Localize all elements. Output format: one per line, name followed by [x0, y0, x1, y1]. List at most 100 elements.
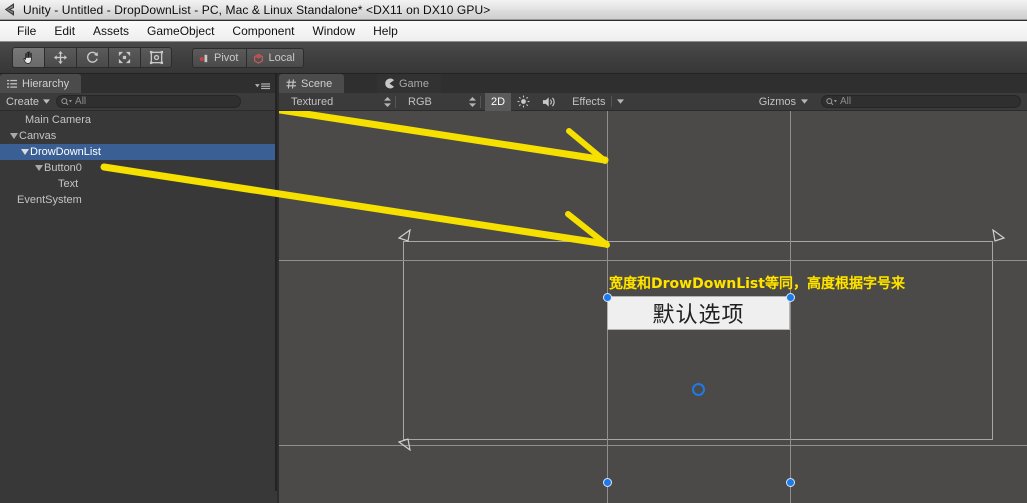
- rotate-icon: [86, 51, 98, 63]
- scale-icon: [118, 51, 131, 64]
- foldout-open-icon[interactable]: [33, 165, 44, 171]
- rect-guide-top: [279, 260, 1027, 261]
- hierarchy-search-input[interactable]: All: [56, 95, 242, 108]
- hierarchy-item-drowdownlist[interactable]: DrowDownList: [0, 144, 275, 160]
- menu-edit[interactable]: Edit: [45, 22, 84, 40]
- lighting-toggle-button[interactable]: [511, 93, 536, 111]
- tab-game[interactable]: Game: [377, 74, 441, 93]
- toolbar-divider: [395, 95, 396, 108]
- hierarchy-item-eventsystem[interactable]: EventSystem: [0, 192, 275, 208]
- editor-body: Pivot Local Hierarchy Create All Main Ca…: [0, 42, 1027, 503]
- space-toggle-button[interactable]: Local: [246, 48, 304, 68]
- hierarchy-panel: Hierarchy Create All Main Camera Canvas …: [0, 74, 277, 503]
- canvas-corner-top-left-icon: [397, 229, 411, 242]
- canvas-corner-top-right-icon: [992, 229, 1006, 242]
- menu-file[interactable]: File: [8, 22, 45, 40]
- caret-down-icon: [43, 99, 51, 104]
- canvas-guide-right: [992, 241, 993, 439]
- rect-guide-bottom: [279, 445, 1027, 446]
- menu-help[interactable]: Help: [364, 22, 407, 40]
- hierarchy-item-canvas[interactable]: Canvas: [0, 128, 275, 144]
- rect-handle-top-right[interactable]: [786, 293, 795, 302]
- hierarchy-item-text[interactable]: Text: [0, 176, 275, 192]
- pivot-icon: [199, 54, 208, 62]
- hand-tool-button[interactable]: [12, 47, 44, 68]
- menu-bar: File Edit Assets GameObject Component Wi…: [0, 21, 1027, 42]
- scene-selected-button-label: 默认选项: [652, 303, 745, 328]
- gizmos-label: Gizmos: [758, 95, 796, 108]
- hierarchy-item-label: DrowDownList: [30, 146, 101, 158]
- viewport-annotation-text: 宽度和DrowDownList等同，高度根据字号来: [609, 276, 905, 292]
- pivot-space-group: Pivot Local: [192, 48, 304, 68]
- toolbar-divider: [480, 95, 481, 108]
- foldout-open-icon[interactable]: [8, 133, 19, 139]
- sun-icon: [517, 95, 530, 108]
- move-arrows-icon: [53, 50, 68, 65]
- menu-component[interactable]: Component: [223, 22, 303, 40]
- search-icon: [61, 98, 73, 106]
- scene-search-input[interactable]: All: [821, 95, 1021, 108]
- draw-mode-label: Textured: [291, 95, 334, 108]
- hierarchy-item-label: Main Camera: [25, 114, 92, 126]
- scale-tool-button[interactable]: [108, 47, 140, 68]
- hierarchy-search-placeholder: All: [75, 96, 87, 107]
- rect-transform-icon: [149, 50, 163, 65]
- scene-search-placeholder: All: [840, 96, 852, 107]
- menu-gameobject[interactable]: GameObject: [138, 22, 223, 40]
- canvas-guide-top: [403, 241, 993, 242]
- updown-arrows-icon: [384, 96, 391, 107]
- audio-toggle-button[interactable]: [536, 93, 562, 111]
- rotate-tool-button[interactable]: [76, 47, 108, 68]
- unity-logo-icon: [4, 3, 14, 16]
- canvas-guide-bottom: [403, 439, 993, 440]
- gizmos-dropdown[interactable]: Gizmos: [753, 94, 812, 110]
- scene-toolbar: Textured RGB 2D Effects Gizmos All: [279, 92, 1027, 111]
- create-label: Create: [6, 95, 40, 108]
- hand-icon: [22, 51, 32, 64]
- canvas-corner-bottom-left-icon: [397, 438, 411, 451]
- audio-icon: [542, 96, 555, 107]
- window-title: Unity - Untitled - DropDownList - PC, Ma…: [23, 2, 491, 17]
- rect-handle-bottom-right[interactable]: [786, 478, 795, 487]
- game-pacman-icon: [385, 78, 394, 89]
- tab-hierarchy[interactable]: Hierarchy: [0, 74, 82, 93]
- color-mode-label: RGB: [408, 95, 432, 108]
- transform-tools-group: [12, 47, 172, 68]
- hierarchy-item-main-camera[interactable]: Main Camera: [0, 112, 275, 128]
- hierarchy-bottom-strip: [0, 491, 277, 503]
- local-space-icon: [254, 53, 264, 64]
- rect-tool-button[interactable]: [140, 47, 172, 68]
- search-icon: [826, 98, 837, 106]
- toggle-2d-button[interactable]: 2D: [485, 92, 512, 111]
- tab-game-label: Game: [399, 77, 429, 90]
- pivot-label: Pivot: [214, 52, 239, 64]
- updown-arrows-icon: [469, 96, 476, 107]
- menu-window[interactable]: Window: [303, 22, 364, 40]
- color-mode-dropdown[interactable]: RGB: [402, 94, 480, 110]
- unity-editor-window: Unity - Untitled - DropDownList - PC, Ma…: [0, 0, 1027, 503]
- menu-assets[interactable]: Assets: [84, 22, 138, 40]
- scene-panel: Scene Game Textured RGB 2D Effects Gizmo…: [279, 74, 1027, 503]
- hierarchy-item-button0[interactable]: Button0: [0, 160, 275, 176]
- toggle-2d-label: 2D: [491, 95, 506, 108]
- pivot-toggle-button[interactable]: Pivot: [192, 48, 247, 68]
- effects-dropdown[interactable]: Effects: [566, 94, 627, 110]
- scene-selected-button[interactable]: 默认选项: [607, 296, 790, 330]
- caret-down-icon: [616, 99, 624, 104]
- title-bar: Unity - Untitled - DropDownList - PC, Ma…: [0, 0, 1027, 20]
- foldout-open-icon[interactable]: [19, 149, 30, 155]
- tab-scene[interactable]: Scene: [279, 74, 345, 93]
- scene-viewport[interactable]: 宽度和DrowDownList等同，高度根据字号来 默认选项: [279, 111, 1027, 503]
- hierarchy-item-label: Text: [58, 178, 79, 190]
- rect-handle-top-left[interactable]: [603, 293, 612, 302]
- move-tool-button[interactable]: [44, 47, 76, 68]
- hierarchy-item-label: Button0: [44, 162, 82, 174]
- hierarchy-tree: Main Camera Canvas DrowDownList Button0 …: [0, 112, 275, 208]
- create-dropdown-button[interactable]: Create: [6, 95, 51, 108]
- rect-pivot-handle[interactable]: [692, 383, 705, 396]
- hierarchy-item-label: EventSystem: [17, 194, 82, 206]
- panel-menu-icon: [255, 83, 271, 90]
- rect-handle-bottom-left[interactable]: [603, 478, 612, 487]
- draw-mode-dropdown[interactable]: Textured: [285, 94, 395, 110]
- scene-grid-icon: [286, 78, 296, 89]
